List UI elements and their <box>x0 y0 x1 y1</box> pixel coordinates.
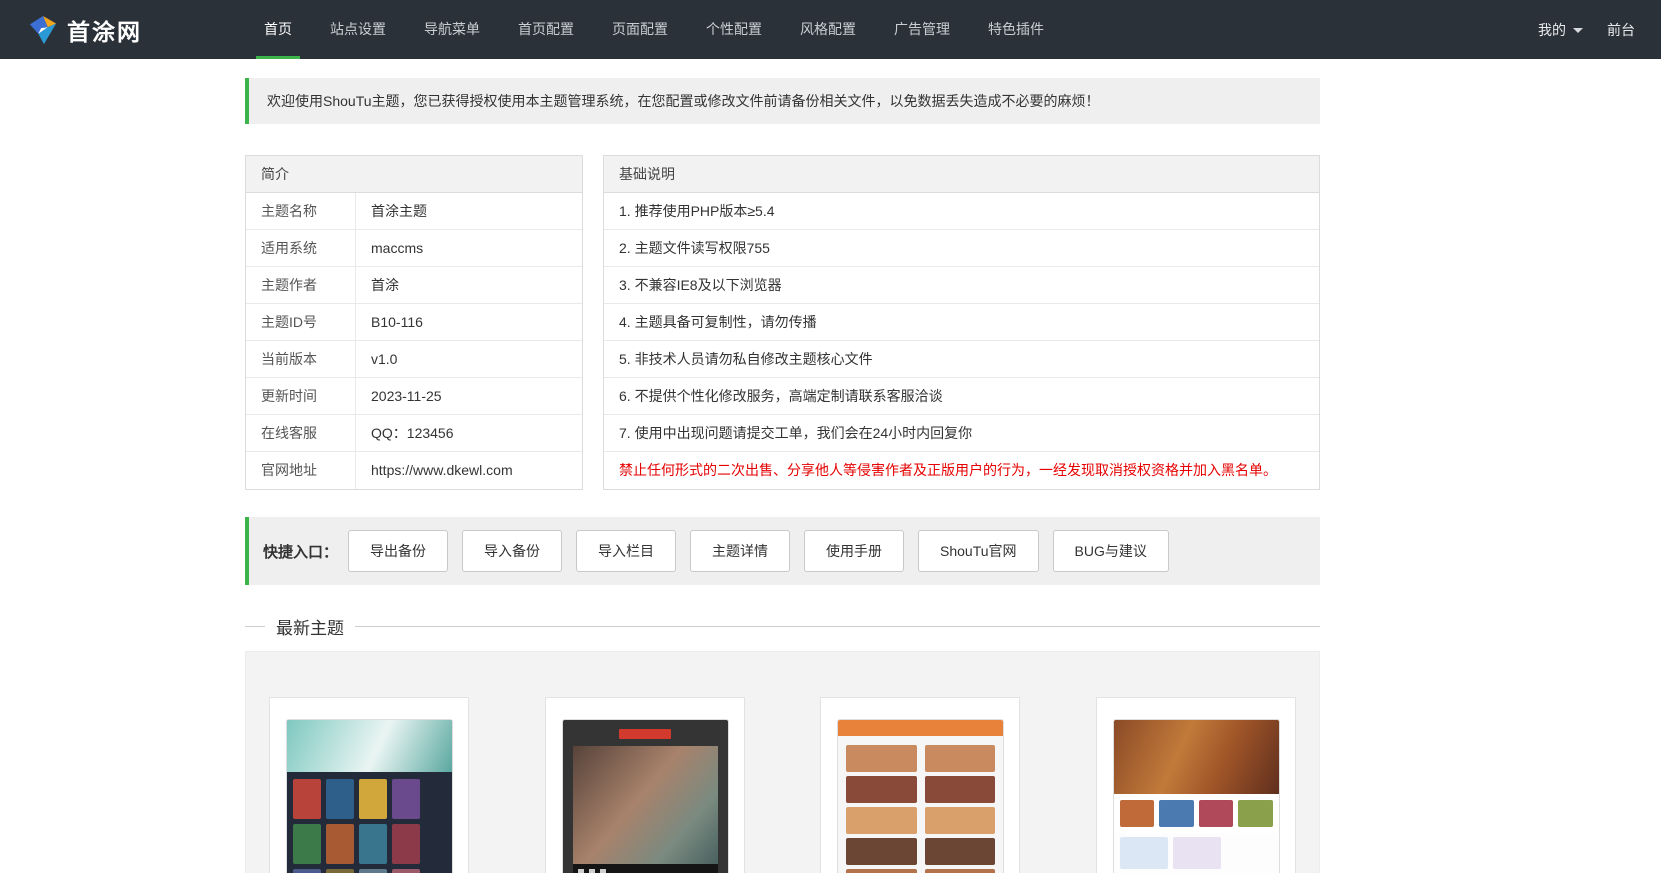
nav-item-home[interactable]: 首页 <box>245 0 311 59</box>
top-navbar: 首涂网 首页 站点设置 导航菜单 首页配置 页面配置 个性配置 风格配置 广告管… <box>0 0 1661 59</box>
intro-row-value: B10-116 <box>371 314 423 330</box>
intro-panel-title: 简介 <box>246 156 582 193</box>
site-logo[interactable]: 首涂网 <box>0 0 245 59</box>
preview-poster-grid <box>287 772 452 873</box>
official-site-url: https://www.dkewl.com <box>371 462 513 478</box>
quick-entry-bar: 快捷入口： 导出备份 导入备份 导入栏目 主题详情 使用手册 ShouTu官网 … <box>245 517 1320 585</box>
preview-body-cards <box>1114 833 1279 873</box>
theme-card[interactable] <box>544 697 745 873</box>
export-backup-button[interactable]: 导出备份 <box>348 530 449 572</box>
theme-preview-image <box>561 719 729 873</box>
manual-button[interactable]: 使用手册 <box>804 530 905 572</box>
import-columns-button[interactable]: 导入栏目 <box>576 530 677 572</box>
logo-icon <box>28 15 58 45</box>
latest-themes-panel <box>245 651 1320 873</box>
nav-item-personal-config[interactable]: 个性配置 <box>687 0 781 59</box>
divider <box>355 626 1320 627</box>
table-row: 适用系统 maccms <box>246 230 582 267</box>
nav-item-plugins[interactable]: 特色插件 <box>969 0 1063 59</box>
note-item: 3. 不兼容IE8及以下浏览器 <box>604 267 1319 304</box>
nav-item-nav-menu[interactable]: 导航菜单 <box>405 0 499 59</box>
note-warning: 禁止任何形式的二次出售、分享他人等侵害作者及正版用户的行为，一经发现取消授权资格… <box>619 462 1277 478</box>
divider <box>245 626 265 627</box>
table-row: 在线客服 QQ：123456 <box>246 415 582 452</box>
intro-row-value: 首涂主题 <box>371 203 427 219</box>
intro-row-value: maccms <box>371 240 424 256</box>
theme-preview-image <box>286 719 453 873</box>
caret-down-icon <box>1573 28 1583 33</box>
preview-artwork <box>1113 720 1279 794</box>
front-site-label: 前台 <box>1607 21 1635 38</box>
preview-video-frame <box>572 746 718 864</box>
nav-item-ad-manage[interactable]: 广告管理 <box>875 0 969 59</box>
intro-row-label: 更新时间 <box>246 378 356 414</box>
intro-row-label: 主题作者 <box>246 267 356 303</box>
latest-themes-heading: 最新主题 <box>245 616 1320 638</box>
bug-suggest-button[interactable]: BUG与建议 <box>1052 530 1169 572</box>
intro-row-label: 主题名称 <box>246 193 356 229</box>
nav-item-home-config[interactable]: 首页配置 <box>499 0 593 59</box>
quick-entry-label: 快捷入口： <box>263 543 339 561</box>
preview-red-tag <box>619 729 672 739</box>
intro-row-label: 当前版本 <box>246 341 356 377</box>
nav-item-style-config[interactable]: 风格配置 <box>781 0 875 59</box>
intro-panel: 简介 主题名称 首涂主题 适用系统 maccms 主题作者 首涂 主题ID号 B… <box>245 155 583 490</box>
preview-player-bar <box>572 864 718 873</box>
note-item: 1. 推荐使用PHP版本≥5.4 <box>604 193 1319 230</box>
intro-row-value: 2023-11-25 <box>371 388 442 404</box>
welcome-text: 欢迎使用ShouTu主题，您已获得授权使用本主题管理系统，在您配置或修改文件前请… <box>267 93 1100 109</box>
preview-banner <box>287 720 452 772</box>
theme-card[interactable] <box>1095 697 1296 873</box>
intro-row-label: 主题ID号 <box>246 304 356 340</box>
preview-phone-columns <box>838 736 1003 873</box>
notes-panel: 基础说明 1. 推荐使用PHP版本≥5.4 2. 主题文件读写权限755 3. … <box>603 155 1320 490</box>
theme-detail-button[interactable]: 主题详情 <box>690 530 791 572</box>
note-item: 6. 不提供个性化修改服务，高端定制请联系客服洽谈 <box>604 378 1319 415</box>
intro-row-label: 在线客服 <box>246 415 356 451</box>
preview-thumbnails <box>1113 794 1279 833</box>
nav-item-site-settings[interactable]: 站点设置 <box>311 0 405 59</box>
navbar-right: 我的 前台 <box>1538 0 1661 59</box>
note-item: 7. 使用中出现问题请提交工单，我们会在24小时内回复你 <box>604 415 1319 452</box>
intro-row-value: QQ：123456 <box>371 425 454 441</box>
intro-row-value: 首涂 <box>371 277 399 293</box>
info-panels: 简介 主题名称 首涂主题 适用系统 maccms 主题作者 首涂 主题ID号 B… <box>245 155 1320 490</box>
my-dropdown[interactable]: 我的 <box>1538 20 1583 40</box>
note-item: 4. 主题具备可复制性，请勿传播 <box>604 304 1319 341</box>
main-content: 欢迎使用ShouTu主题，您已获得授权使用本主题管理系统，在您配置或修改文件前请… <box>245 59 1320 873</box>
main-nav: 首页 站点设置 导航菜单 首页配置 页面配置 个性配置 风格配置 广告管理 特色… <box>245 0 1063 59</box>
official-site-button[interactable]: ShouTu官网 <box>918 530 1039 572</box>
nav-item-page-config[interactable]: 页面配置 <box>593 0 687 59</box>
welcome-alert: 欢迎使用ShouTu主题，您已获得授权使用本主题管理系统，在您配置或修改文件前请… <box>245 78 1320 124</box>
intro-row-value: v1.0 <box>371 351 398 367</box>
table-row: 官网地址 https://www.dkewl.com <box>246 452 582 489</box>
note-item: 5. 非技术人员请勿私自修改主题核心文件 <box>604 341 1319 378</box>
table-row: 更新时间 2023-11-25 <box>246 378 582 415</box>
notes-panel-title: 基础说明 <box>604 156 1319 193</box>
preview-header-strip <box>838 720 1004 736</box>
my-dropdown-label: 我的 <box>1538 21 1566 38</box>
section-title-text: 最新主题 <box>276 619 344 638</box>
import-backup-button[interactable]: 导入备份 <box>462 530 563 572</box>
logo-text: 首涂网 <box>67 18 142 45</box>
theme-card[interactable] <box>269 697 469 873</box>
front-site-link[interactable]: 前台 <box>1607 20 1635 40</box>
table-row: 主题ID号 B10-116 <box>246 304 582 341</box>
theme-preview-image <box>1112 719 1280 873</box>
note-item: 2. 主题文件读写权限755 <box>604 230 1319 267</box>
theme-card[interactable] <box>820 697 1021 873</box>
theme-card-list <box>269 697 1296 873</box>
table-row: 当前版本 v1.0 <box>246 341 582 378</box>
table-row: 主题作者 首涂 <box>246 267 582 304</box>
intro-row-label: 官网地址 <box>246 452 356 489</box>
intro-row-label: 适用系统 <box>246 230 356 266</box>
table-row: 主题名称 首涂主题 <box>246 193 582 230</box>
theme-preview-image <box>837 719 1005 873</box>
